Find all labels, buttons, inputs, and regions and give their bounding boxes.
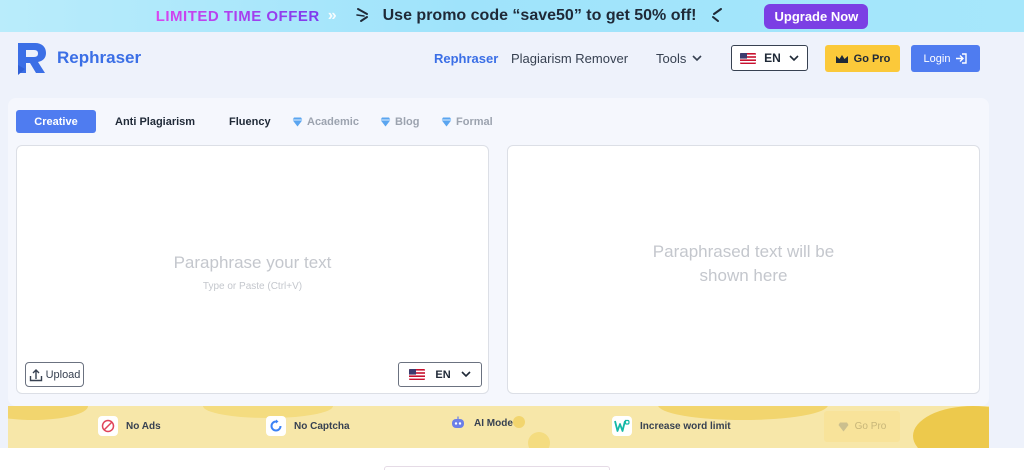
pro-features-strip: No Ads No Captcha AI Mode Increase word … [8,406,989,448]
chevron-down-icon [461,371,471,378]
nav-plagiarism-remover[interactable]: Plagiarism Remover [511,51,628,66]
ai-robot-icon [452,416,464,428]
word-limit-icon [612,416,632,436]
tab-anti-plagiarism[interactable]: Anti Plagiarism [115,110,195,133]
chevron-down-icon [692,55,702,62]
tab-formal-label: Formal [456,115,493,128]
tab-creative[interactable]: Creative [16,110,96,133]
upload-icon [29,368,42,381]
us-flag-icon [740,52,757,64]
decor-blob [8,406,88,420]
login-arrow-icon [956,53,968,64]
no-ads-icon [98,416,118,436]
decor-dot [513,416,525,428]
feature-ai-mode-label: AI Mode [474,417,513,429]
decor-dot [528,432,550,448]
output-placeholder-line2: shown here [699,266,788,285]
brand-name: Rephraser [57,48,142,67]
features-go-pro-button[interactable]: Go Pro [824,411,900,442]
diamond-icon [292,117,303,126]
output-editor: Paraphrased text will be shown here [507,145,980,394]
upload-button[interactable]: Upload [25,362,84,387]
login-button[interactable]: Login [911,45,980,72]
nav-tools-label: Tools [656,51,687,66]
rephraser-logo-icon [18,43,46,75]
rephraser-panel: Creative Anti Plagiarism Fluency Academi… [8,98,989,406]
tab-academic-label: Academic [307,115,359,128]
go-pro-label: Go Pro [853,52,891,65]
feature-word-limit: Increase word limit [612,416,731,436]
tab-academic[interactable]: Academic [292,110,359,133]
diamond-icon [441,117,452,126]
feature-no-captcha: No Captcha [266,416,350,436]
input-language-selector[interactable]: EN [398,362,482,387]
input-placeholder: Paraphrase your text [173,253,332,272]
promo-offer-label: LIMITED TIME OFFER [155,7,320,25]
tab-blog[interactable]: Blog [380,110,419,133]
captcha-icon [266,416,286,436]
next-section-edge [384,466,610,470]
input-editor[interactable]: Paraphrase your text Type or Paste (Ctrl… [16,145,489,394]
upgrade-now-button[interactable]: Upgrade Now [764,3,869,29]
brand-logo[interactable]: Rephraser [16,41,141,75]
diamond-icon [838,422,849,431]
feature-ai-mode: AI Mode [450,416,513,430]
upload-label: Upload [45,368,81,381]
nav-tools-dropdown[interactable]: Tools [656,51,702,66]
promo-message: Use promo code “save50” to get 50% off! [382,7,697,24]
crown-icon [835,54,848,63]
diamond-icon [380,117,391,126]
features-go-pro-label: Go Pro [854,421,887,432]
spark-right-icon [712,8,723,22]
tab-blog-label: Blog [395,115,420,128]
double-chevron-icon: » [327,7,337,24]
language-code: EN [764,51,781,65]
us-flag-icon [409,369,426,380]
feature-no-ads-label: No Ads [126,420,161,432]
site-header: Rephraser Rephraser Plagiarism Remover T… [0,32,1024,86]
page-footer-area [0,448,1024,470]
tab-formal[interactable]: Formal [441,110,493,133]
feature-no-captcha-label: No Captcha [294,420,350,432]
output-placeholder: Paraphrased text will be shown here [508,240,979,288]
login-label: Login [923,52,951,65]
nav-rephraser[interactable]: Rephraser [434,51,498,66]
output-placeholder-line1: Paraphrased text will be [652,242,835,261]
chevron-down-icon [789,54,799,61]
input-hint: Type or Paste (Ctrl+V) [202,281,303,292]
feature-word-limit-label: Increase word limit [640,420,731,432]
language-selector[interactable]: EN [731,45,808,71]
feature-no-ads: No Ads [98,416,161,436]
spark-left-icon [355,8,368,22]
input-language-code: EN [435,368,451,381]
tab-fluency[interactable]: Fluency [229,110,271,133]
go-pro-button[interactable]: Go Pro [825,45,900,72]
promo-banner: LIMITED TIME OFFER » Use promo code “sav… [0,0,1024,32]
decor-blob [913,406,989,448]
